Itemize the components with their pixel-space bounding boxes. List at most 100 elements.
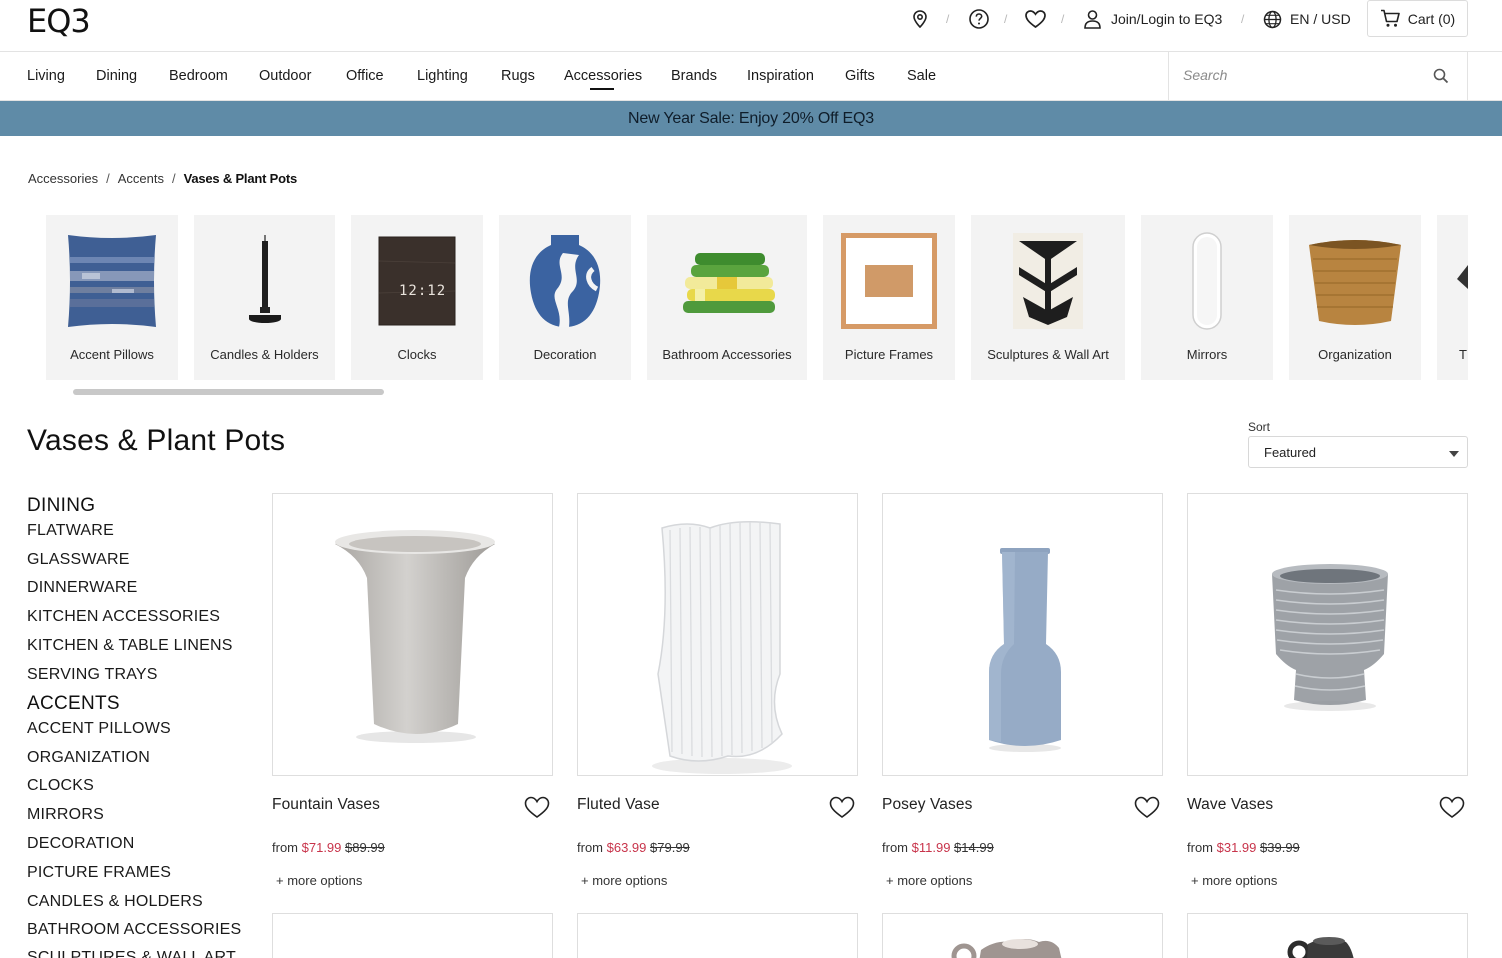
- nav-item-bedroom[interactable]: Bedroom: [169, 68, 228, 84]
- search-box: [1168, 52, 1468, 100]
- product-card-partial[interactable]: [272, 913, 553, 958]
- price-prefix: from: [1187, 840, 1213, 855]
- product-name[interactable]: Posey Vases: [882, 796, 972, 814]
- more-options-link[interactable]: + more options: [886, 873, 972, 888]
- fountain-vase-image: [335, 530, 495, 743]
- category-scrollbar[interactable]: [73, 389, 384, 395]
- more-options-link[interactable]: + more options: [581, 873, 667, 888]
- category-tile-accent-pillows[interactable]: Accent Pillows: [46, 215, 178, 380]
- header-separator: /: [946, 12, 950, 26]
- sidebar-item-serving-trays[interactable]: SERVING TRAYS: [27, 666, 158, 684]
- category-tile-partial[interactable]: T: [1437, 215, 1468, 380]
- nav-item-inspiration[interactable]: Inspiration: [747, 68, 814, 84]
- category-label: Decoration: [533, 347, 597, 362]
- pillow-image: [68, 235, 156, 327]
- locale-label: EN / USD: [1290, 11, 1351, 27]
- sidebar-item-sculptures-wall-art[interactable]: SCULPTURES & WALL ART: [27, 949, 236, 958]
- original-price: $89.99: [345, 840, 385, 855]
- location-icon[interactable]: [910, 0, 930, 38]
- more-options-link[interactable]: + more options: [276, 873, 362, 888]
- nav-item-sale[interactable]: Sale: [907, 68, 936, 84]
- sidebar-item-kitchen-table-linens[interactable]: KITCHEN & TABLE LINENS: [27, 637, 233, 655]
- cart-icon: [1380, 9, 1400, 27]
- sort-select[interactable]: Featured: [1248, 436, 1468, 468]
- sidebar-heading-accents[interactable]: ACCENTS: [27, 693, 120, 715]
- product-price: from $63.99 $79.99: [577, 840, 690, 855]
- sale-price: $71.99: [301, 840, 342, 855]
- product-price: from $71.99 $89.99: [272, 840, 385, 855]
- nav-item-accessories[interactable]: Accessories: [564, 68, 642, 84]
- search-icon[interactable]: [1433, 68, 1449, 84]
- product-name[interactable]: Fountain Vases: [272, 796, 380, 814]
- sidebar-item-picture-frames[interactable]: PICTURE FRAMES: [27, 864, 171, 882]
- more-options-link[interactable]: + more options: [1191, 873, 1277, 888]
- product-name[interactable]: Fluted Vase: [577, 796, 660, 814]
- sort-value: Featured: [1264, 444, 1317, 460]
- product-image-posey-vases[interactable]: [882, 493, 1163, 776]
- favorite-heart-icon[interactable]: [524, 795, 550, 820]
- sidebar-item-organization[interactable]: ORGANIZATION: [27, 749, 150, 767]
- favorite-heart-icon[interactable]: [1134, 795, 1160, 820]
- category-tile-decoration[interactable]: Decoration: [499, 215, 631, 380]
- help-icon[interactable]: [968, 0, 990, 38]
- product-name[interactable]: Wave Vases: [1187, 796, 1273, 814]
- login-link[interactable]: Join/Login to EQ3: [1083, 0, 1222, 38]
- promo-banner[interactable]: New Year Sale: Enjoy 20% Off EQ3: [0, 101, 1502, 136]
- active-nav-indicator: [590, 88, 614, 90]
- search-input[interactable]: [1183, 64, 1423, 86]
- sidebar-item-mirrors[interactable]: MIRRORS: [27, 806, 104, 824]
- locale-selector[interactable]: EN / USD: [1263, 0, 1351, 38]
- category-label: Sculptures & Wall Art: [987, 347, 1109, 362]
- mirror-image: [1192, 232, 1222, 330]
- sidebar-item-clocks[interactable]: CLOCKS: [27, 777, 94, 795]
- price-prefix: from: [272, 840, 298, 855]
- product-card-partial[interactable]: [1187, 913, 1468, 958]
- sidebar-item-candles-holders[interactable]: CANDLES & HOLDERS: [27, 893, 203, 911]
- nav-item-outdoor[interactable]: Outdoor: [259, 68, 311, 84]
- nav-item-brands[interactable]: Brands: [671, 68, 717, 84]
- sidebar-item-dinnerware[interactable]: DINNERWARE: [27, 579, 137, 597]
- header-separator: /: [1004, 12, 1008, 26]
- product-card-partial[interactable]: [882, 913, 1163, 958]
- favorite-heart-icon[interactable]: [829, 795, 855, 820]
- eq3-logo[interactable]: EQ3: [27, 2, 91, 40]
- category-tile-organization[interactable]: Organization: [1289, 215, 1421, 380]
- nav-item-living[interactable]: Living: [27, 68, 65, 84]
- category-tile-clocks[interactable]: 12:12 Clocks: [351, 215, 483, 380]
- favorite-heart-icon[interactable]: [1439, 795, 1465, 820]
- category-tile-mirrors[interactable]: Mirrors: [1141, 215, 1273, 380]
- sidebar-item-kitchen-accessories[interactable]: KITCHEN ACCESSORIES: [27, 608, 220, 626]
- nav-item-lighting[interactable]: Lighting: [417, 68, 468, 84]
- breadcrumb-link-accessories[interactable]: Accessories: [28, 171, 98, 186]
- sidebar-item-glassware[interactable]: GLASSWARE: [27, 551, 130, 569]
- nav-item-rugs[interactable]: Rugs: [501, 68, 535, 84]
- category-tile-sculptures-wall-art[interactable]: Sculptures & Wall Art: [971, 215, 1125, 380]
- page-title: Vases & Plant Pots: [27, 424, 286, 457]
- product-image-fluted-vase[interactable]: [577, 493, 858, 776]
- breadcrumb: Accessories / Accents / Vases & Plant Po…: [28, 171, 297, 186]
- sidebar-item-flatware[interactable]: FLATWARE: [27, 522, 114, 540]
- wall-art-image: [1013, 233, 1083, 329]
- category-tile-candles-holders[interactable]: Candles & Holders: [194, 215, 335, 380]
- wishlist-heart-icon[interactable]: [1024, 0, 1047, 38]
- sidebar-item-bathroom-accessories[interactable]: BATHROOM ACCESSORIES: [27, 921, 241, 939]
- category-tile-picture-frames[interactable]: Picture Frames: [823, 215, 955, 380]
- basket-image: [1309, 240, 1401, 325]
- breadcrumb-separator: /: [171, 171, 176, 186]
- category-tile-bathroom-accessories[interactable]: Bathroom Accessories: [647, 215, 807, 380]
- nav-item-gifts[interactable]: Gifts: [845, 68, 875, 84]
- nav-item-office[interactable]: Office: [346, 68, 384, 84]
- product-image-wave-vases[interactable]: [1187, 493, 1468, 776]
- breadcrumb-link-accents[interactable]: Accents: [118, 171, 164, 186]
- sidebar-item-decoration[interactable]: DECORATION: [27, 835, 134, 853]
- cart-label: Cart (0): [1407, 10, 1456, 27]
- nav-item-dining[interactable]: Dining: [96, 68, 137, 84]
- cart-button[interactable]: Cart (0): [1367, 0, 1468, 37]
- product-image-fountain-vases[interactable]: [272, 493, 553, 776]
- sidebar-heading-dining[interactable]: DINING: [27, 495, 95, 517]
- header-separator: /: [1241, 12, 1245, 26]
- product-card-partial[interactable]: [577, 913, 858, 958]
- product-price: from $31.99 $39.99: [1187, 840, 1300, 855]
- sidebar-item-accent-pillows[interactable]: ACCENT PILLOWS: [27, 720, 171, 738]
- category-label: Mirrors: [1186, 347, 1228, 362]
